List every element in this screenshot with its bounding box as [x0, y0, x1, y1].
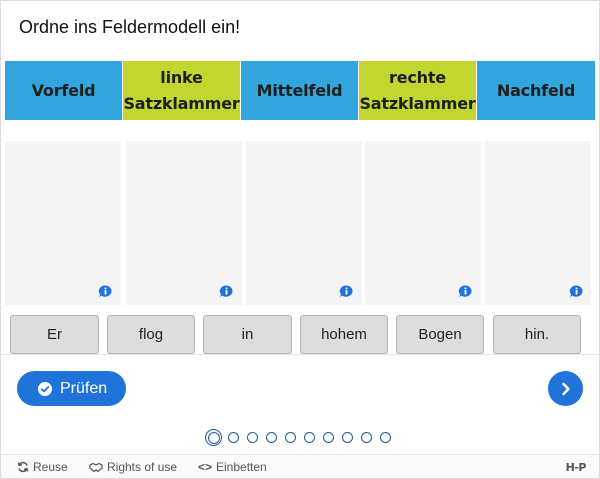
- footer-bar: Reuse Rights of use <> Einbetten H-P: [1, 454, 599, 478]
- page-dot[interactable]: [380, 432, 391, 443]
- header-label: Nachfeld: [496, 80, 576, 100]
- info-icon[interactable]: [569, 285, 584, 298]
- dropzone-linke-satzklammer[interactable]: [126, 141, 242, 305]
- header-label: Vorfeld: [31, 80, 96, 100]
- header-label: Satzklammer: [123, 93, 240, 113]
- embed-label: Einbetten: [216, 460, 267, 474]
- header-label: rechte: [389, 67, 446, 87]
- draggable-word[interactable]: hohem: [300, 315, 388, 354]
- handshake-icon: [89, 462, 103, 472]
- draggable-word[interactable]: flog: [107, 315, 195, 354]
- check-button-label: Prüfen: [60, 379, 108, 397]
- reuse-icon: [17, 461, 29, 473]
- header-rechte-satzklammer: rechte Satzklammer: [359, 61, 477, 120]
- page-dot[interactable]: [247, 432, 258, 443]
- header-linke-satzklammer: linke Satzklammer: [123, 61, 241, 120]
- page-dot[interactable]: [342, 432, 353, 443]
- header-label: Mittelfeld: [256, 80, 343, 100]
- page-dot[interactable]: [228, 432, 239, 443]
- header-vorfeld: Vorfeld: [5, 61, 123, 120]
- pagination-dots: [205, 428, 405, 446]
- divider: [1, 354, 599, 355]
- reuse-link[interactable]: Reuse: [17, 460, 68, 474]
- word-pool: Er flog in hohem Bogen hin.: [10, 315, 594, 355]
- dropzone-nachfeld[interactable]: [485, 141, 591, 305]
- rights-of-use-link[interactable]: Rights of use: [89, 460, 177, 474]
- page-dot[interactable]: [285, 432, 296, 443]
- dropzone-rechte-satzklammer[interactable]: [365, 141, 481, 305]
- info-icon[interactable]: [219, 285, 234, 298]
- draggable-word[interactable]: Er: [10, 315, 99, 354]
- dropzone-vorfeld[interactable]: [5, 141, 121, 305]
- draggable-word[interactable]: Bogen: [396, 315, 484, 354]
- page-dot[interactable]: [304, 432, 315, 443]
- info-icon[interactable]: [98, 285, 113, 298]
- check-circle-icon: [38, 381, 52, 396]
- chevron-right-icon: [561, 382, 570, 395]
- dropzone-mittelfeld[interactable]: [246, 141, 362, 305]
- header-nachfeld: Nachfeld: [477, 61, 595, 120]
- code-icon: <>: [198, 460, 213, 474]
- dropzone-area: [5, 141, 595, 305]
- reuse-label: Reuse: [33, 460, 68, 474]
- rights-of-use-label: Rights of use: [107, 460, 178, 474]
- page-dot[interactable]: [361, 432, 372, 443]
- task-title: Ordne ins Feldermodell ein!: [19, 17, 241, 37]
- field-model-header: Vorfeld linke Satzklammer Mittelfeld rec…: [5, 61, 595, 120]
- page-dot-active[interactable]: [205, 429, 222, 446]
- page-dot[interactable]: [323, 432, 334, 443]
- embed-link[interactable]: <> Einbetten: [198, 460, 267, 474]
- page-dot[interactable]: [266, 432, 277, 443]
- info-icon[interactable]: [458, 285, 473, 298]
- header-mittelfeld: Mittelfeld: [241, 61, 359, 120]
- check-button[interactable]: Prüfen: [17, 371, 126, 406]
- header-label: linke: [160, 67, 203, 87]
- info-icon[interactable]: [339, 285, 354, 298]
- next-button[interactable]: [548, 371, 583, 406]
- h5p-logo[interactable]: H-P: [566, 461, 587, 474]
- header-label: Satzklammer: [359, 93, 476, 113]
- draggable-word[interactable]: hin.: [493, 315, 581, 354]
- draggable-word[interactable]: in: [203, 315, 292, 354]
